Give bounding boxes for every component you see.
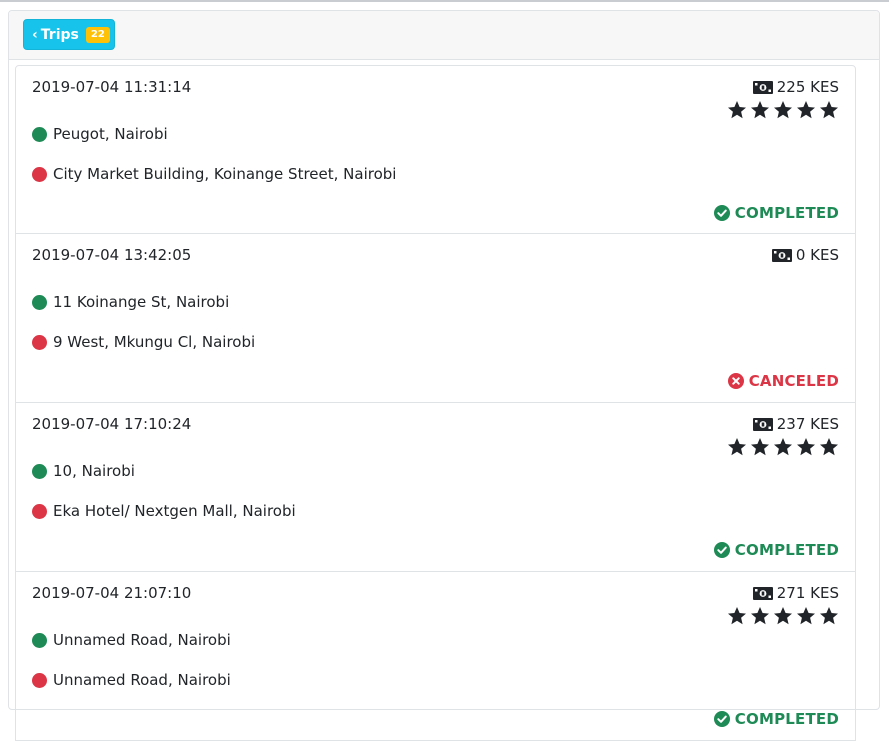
star-icon	[728, 607, 746, 625]
dropoff-dot-icon	[32, 334, 47, 350]
trip-status: CANCELED	[727, 372, 839, 390]
trip-pickup: Unnamed Road, Nairobi	[32, 631, 231, 649]
trip-dropoff-text: 9 West, Mkungu Cl, Nairobi	[53, 333, 256, 351]
dropoff-dot-icon	[32, 672, 47, 688]
trip-rating	[727, 606, 839, 625]
trip-item[interactable]: 2019-07-04 21:07:10 271 KES Unnamed Road…	[15, 572, 856, 741]
trip-datetime: 2019-07-04 21:07:10	[32, 584, 192, 602]
star-icon	[820, 438, 838, 456]
check-circle-icon	[713, 205, 730, 221]
trip-datetime: 2019-07-04 17:10:24	[32, 415, 192, 433]
check-circle-icon	[713, 711, 730, 727]
trip-datetime: 2019-07-04 13:42:05	[32, 246, 192, 264]
trip-status-label: COMPLETED	[734, 541, 839, 559]
times-circle-icon	[727, 373, 744, 389]
chevron-left-icon: ‹	[32, 26, 38, 43]
trip-pickup-text: 11 Koinange St, Nairobi	[53, 293, 230, 311]
trip-fare: 225 KES	[752, 78, 839, 96]
star-icon	[820, 101, 838, 119]
trip-fare: 0 KES	[771, 246, 839, 264]
trip-datetime: 2019-07-04 11:31:14	[32, 78, 192, 96]
trip-dropoff-text: City Market Building, Koinange Street, N…	[53, 165, 397, 183]
trips-count-badge: 22	[85, 26, 110, 43]
trip-dropoff-text: Unnamed Road, Nairobi	[53, 671, 231, 689]
star-icon	[751, 607, 769, 625]
trip-pickup: 10, Nairobi	[32, 462, 135, 480]
star-icon	[751, 438, 769, 456]
trip-pickup-text: Peugot, Nairobi	[53, 125, 168, 143]
pickup-dot-icon	[32, 632, 47, 648]
star-icon	[797, 607, 815, 625]
trip-dropoff-text: Eka Hotel/ Nextgen Mall, Nairobi	[53, 502, 296, 520]
trip-pickup: 11 Koinange St, Nairobi	[32, 293, 229, 311]
trip-status-label: COMPLETED	[734, 710, 839, 728]
money-icon	[752, 586, 773, 600]
trip-dropoff: Unnamed Road, Nairobi	[32, 671, 231, 689]
top-divider	[0, 0, 889, 2]
trip-fare: 237 KES	[752, 415, 839, 433]
trip-fare: 271 KES	[752, 584, 839, 602]
check-circle-icon	[713, 542, 730, 558]
pickup-dot-icon	[32, 463, 47, 479]
money-icon	[752, 80, 773, 94]
trip-status-label: COMPLETED	[734, 204, 839, 222]
trip-status: COMPLETED	[713, 710, 839, 728]
trip-fare-value: 0 KES	[795, 246, 839, 264]
trip-rating	[727, 100, 839, 119]
star-icon	[774, 101, 792, 119]
trip-status-label: CANCELED	[748, 372, 839, 390]
trip-fare-value: 225 KES	[776, 78, 839, 96]
card-header: ‹ Trips 22	[9, 11, 879, 60]
trip-fare-value: 271 KES	[776, 584, 839, 602]
trip-dropoff: 9 West, Mkungu Cl, Nairobi	[32, 333, 255, 351]
trip-list: 2019-07-04 11:31:14 225 KES Peugot, Nair…	[15, 65, 856, 741]
trips-back-button[interactable]: ‹ Trips 22	[23, 19, 115, 50]
trip-status: COMPLETED	[713, 541, 839, 559]
trips-button-label: Trips	[40, 26, 79, 43]
pickup-dot-icon	[32, 294, 47, 310]
trip-item[interactable]: 2019-07-04 17:10:24 237 KES 10, Nairobi …	[15, 403, 856, 572]
dropoff-dot-icon	[32, 503, 47, 519]
star-icon	[797, 101, 815, 119]
star-icon	[751, 101, 769, 119]
trip-fare-value: 237 KES	[776, 415, 839, 433]
trip-dropoff: City Market Building, Koinange Street, N…	[32, 165, 396, 183]
star-icon	[820, 607, 838, 625]
star-icon	[797, 438, 815, 456]
star-icon	[728, 438, 746, 456]
trip-status: COMPLETED	[713, 204, 839, 222]
star-icon	[728, 101, 746, 119]
trip-item[interactable]: 2019-07-04 13:42:05 0 KES 11 Koinange St…	[15, 234, 856, 403]
dropoff-dot-icon	[32, 166, 47, 182]
star-icon	[774, 438, 792, 456]
trip-item[interactable]: 2019-07-04 11:31:14 225 KES Peugot, Nair…	[15, 65, 856, 234]
trip-pickup: Peugot, Nairobi	[32, 125, 168, 143]
money-icon	[771, 248, 792, 262]
trip-dropoff: Eka Hotel/ Nextgen Mall, Nairobi	[32, 502, 296, 520]
trip-pickup-text: 10, Nairobi	[53, 462, 135, 480]
trip-rating	[727, 437, 839, 456]
money-icon	[752, 417, 773, 431]
star-icon	[774, 607, 792, 625]
pickup-dot-icon	[32, 126, 47, 142]
trip-pickup-text: Unnamed Road, Nairobi	[53, 631, 231, 649]
